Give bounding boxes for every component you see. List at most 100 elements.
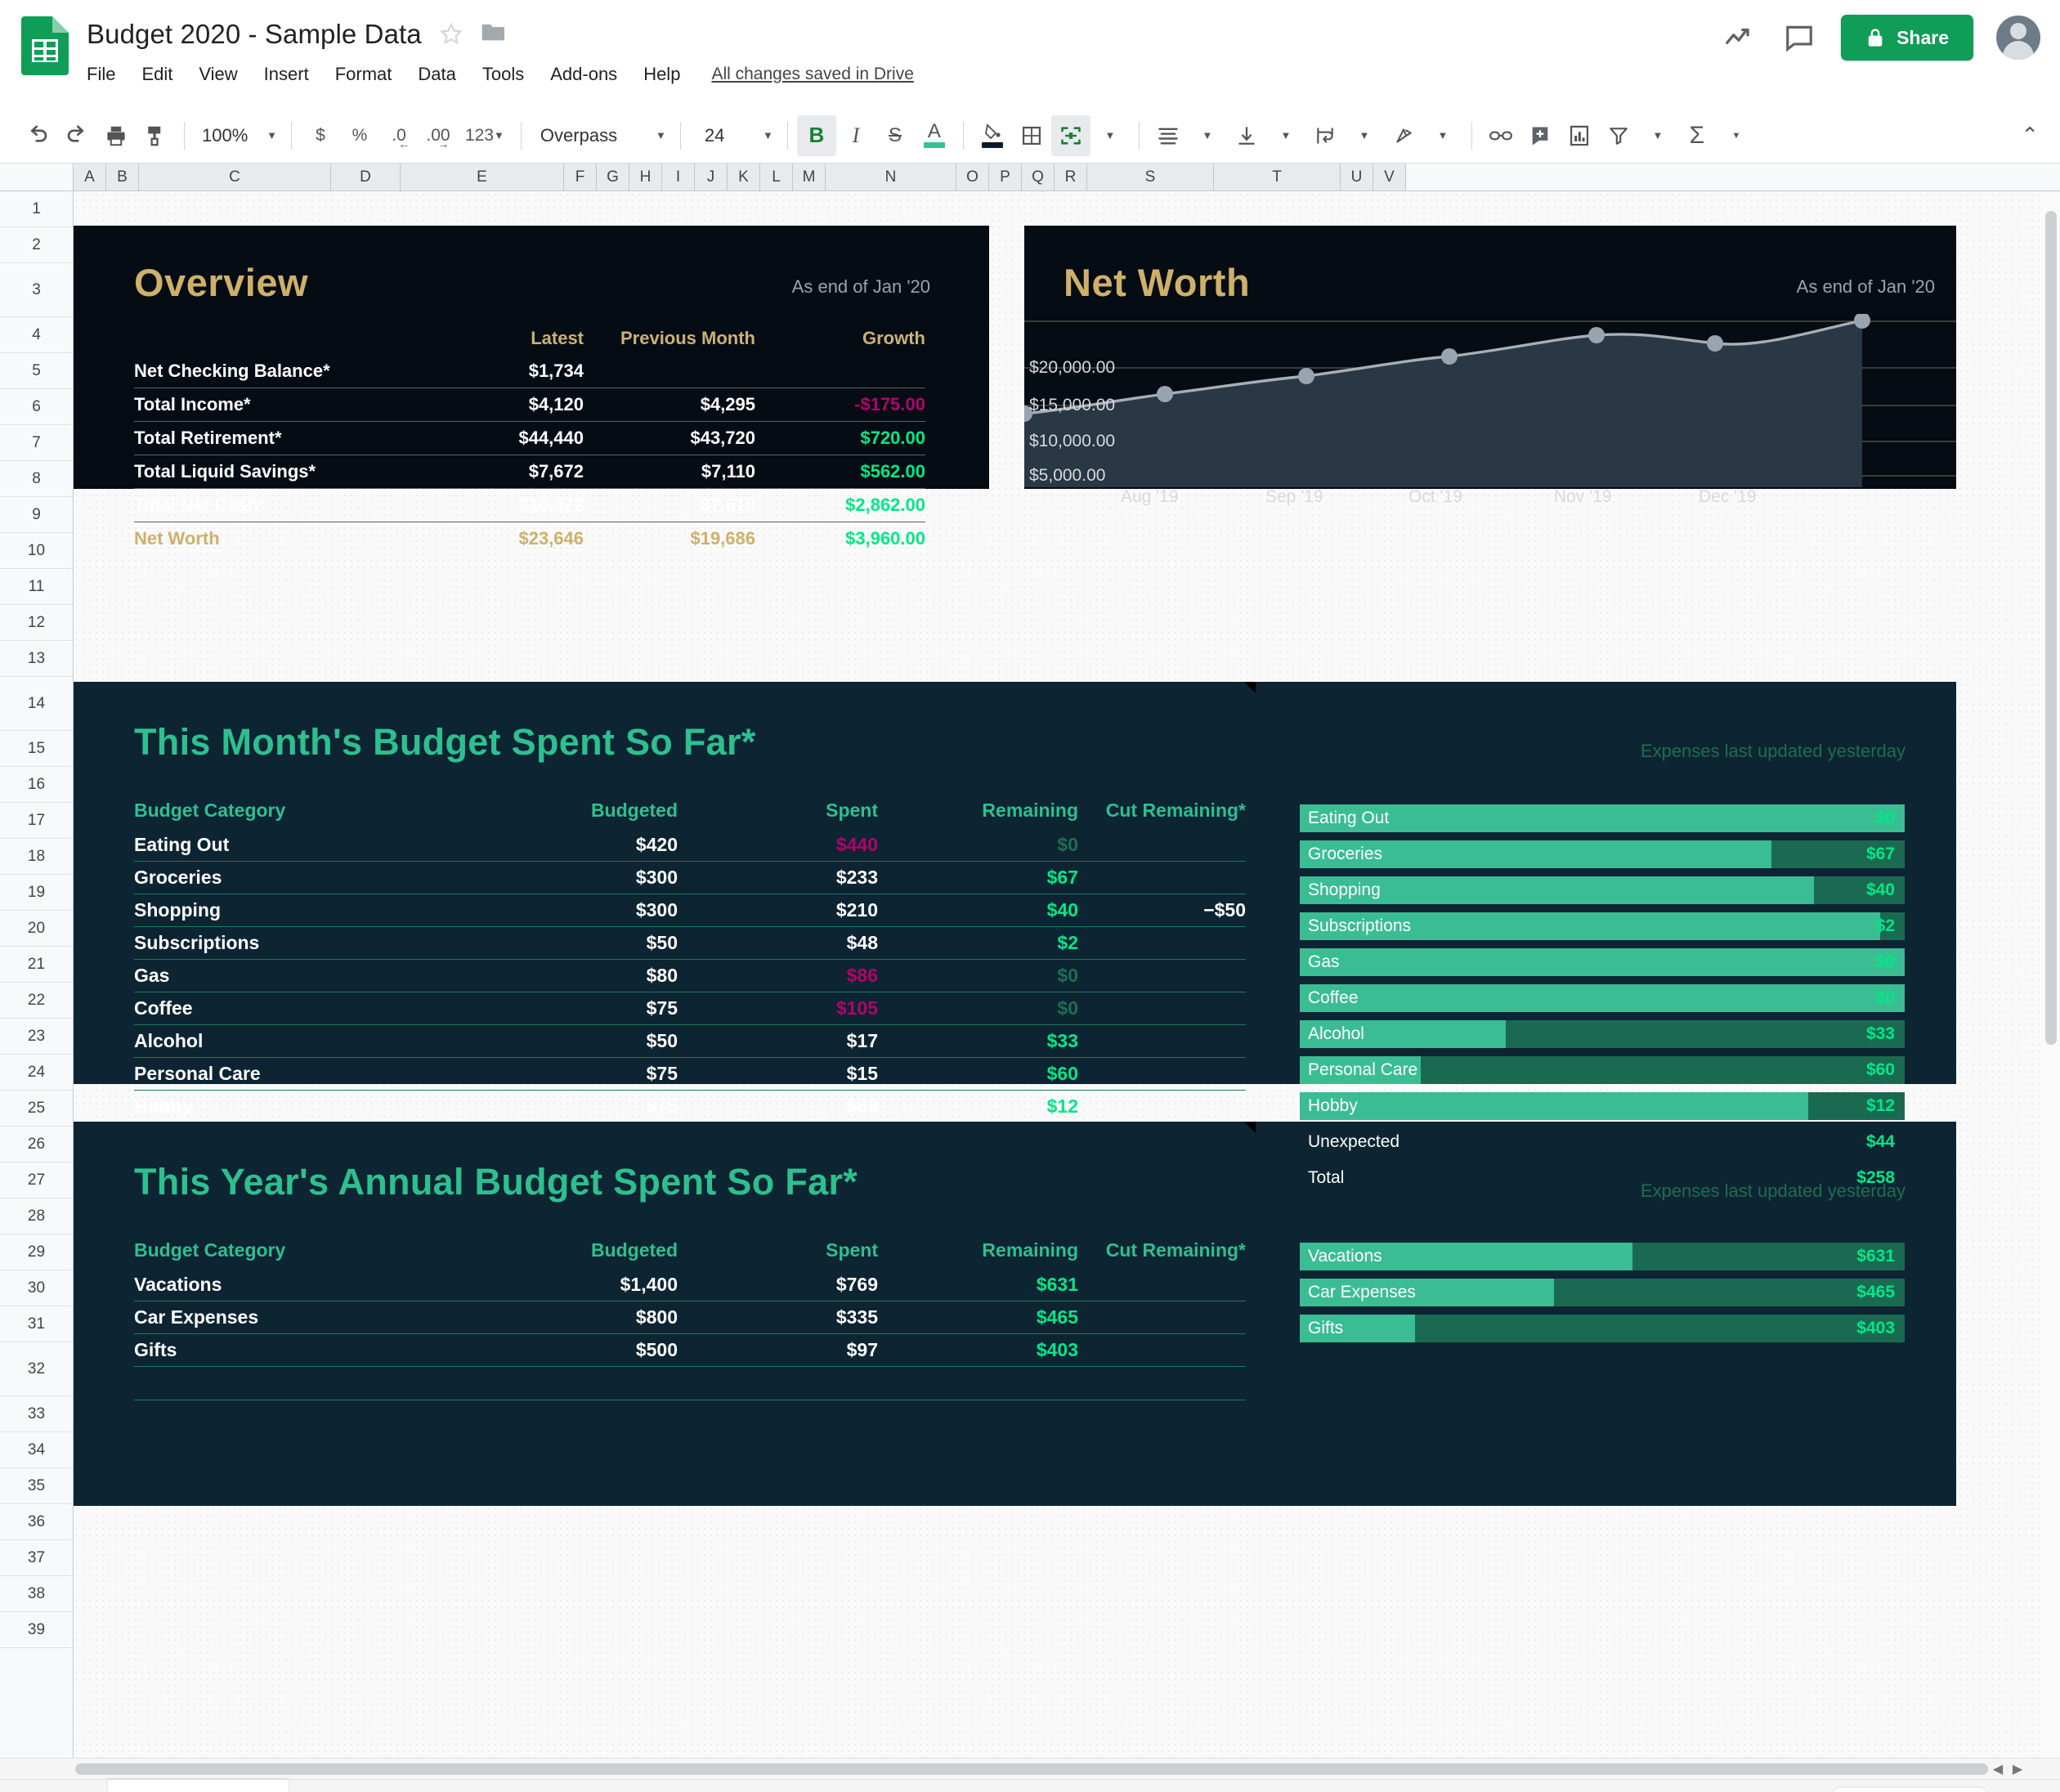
column-header-t[interactable]: T [1214, 164, 1341, 190]
row-header-31[interactable]: 31 [0, 1306, 73, 1342]
redo-icon[interactable] [57, 115, 96, 156]
text-color-button[interactable]: A [915, 115, 954, 156]
row-header-6[interactable]: 6 [0, 389, 73, 425]
filter-caret-icon[interactable]: ▼ [1638, 115, 1677, 156]
row-header-20[interactable]: 20 [0, 911, 73, 947]
scroll-right-icon[interactable]: ▶ [2008, 1761, 2027, 1777]
row-header-23[interactable]: 23 [0, 1019, 73, 1055]
sheet-tab-dashboard[interactable]: Dashboard ▼ [108, 1780, 289, 1792]
avatar[interactable] [1996, 16, 2040, 60]
insert-link-icon[interactable] [1481, 115, 1520, 156]
decrease-decimal-button[interactable]: .0 ← [379, 115, 419, 156]
row-header-18[interactable]: 18 [0, 839, 73, 875]
menu-view[interactable]: View [186, 59, 250, 90]
row-header-34[interactable]: 34 [0, 1432, 73, 1468]
row-header-38[interactable]: 38 [0, 1576, 73, 1612]
font-size-select[interactable]: 24 ▼ [690, 115, 778, 156]
rotation-caret-icon[interactable]: ▼ [1423, 115, 1462, 156]
column-header-s[interactable]: S [1087, 164, 1214, 190]
row-header-33[interactable]: 33 [0, 1396, 73, 1432]
percent-format-button[interactable]: % [340, 115, 379, 156]
print-icon[interactable] [96, 115, 136, 156]
column-header-j[interactable]: J [695, 164, 728, 190]
functions-icon[interactable]: Σ [1677, 115, 1717, 156]
row-header-16[interactable]: 16 [0, 767, 73, 803]
column-header-a[interactable]: A [74, 164, 106, 190]
currency-format-button[interactable]: $ [301, 115, 340, 156]
bold-button[interactable]: B [796, 114, 836, 156]
sheet-tab-config[interactable]: Config ▼ [661, 1780, 794, 1792]
text-wrap-button[interactable] [1305, 115, 1345, 156]
horizontal-align-button[interactable] [1149, 115, 1188, 156]
column-header-o[interactable]: O [956, 164, 989, 190]
vertical-scrollbar[interactable] [2042, 191, 2060, 1758]
select-all-corner[interactable] [0, 164, 74, 190]
column-header-l[interactable]: L [760, 164, 793, 190]
row-header-14[interactable]: 14 [0, 677, 73, 731]
insert-chart-icon[interactable] [1560, 115, 1599, 156]
increase-decimal-button[interactable]: .00 → [419, 115, 458, 156]
column-header-p[interactable]: P [989, 164, 1022, 190]
menu-data[interactable]: Data [405, 59, 468, 90]
row-header-3[interactable]: 3 [0, 263, 73, 317]
row-header-24[interactable]: 24 [0, 1055, 73, 1091]
sheet-canvas[interactable]: Overview As end of Jan '20 Latest Previo… [74, 191, 2060, 1758]
row-header-11[interactable]: 11 [0, 569, 73, 605]
number-format-select[interactable]: 123 ▼ [458, 115, 512, 156]
comment-icon[interactable] [1780, 19, 1818, 56]
column-header-f[interactable]: F [564, 164, 597, 190]
strikethrough-button[interactable]: S [876, 115, 915, 156]
column-header-v[interactable]: V [1373, 164, 1406, 190]
menu-addons[interactable]: Add-ons [537, 59, 630, 90]
text-rotation-button[interactable] [1384, 115, 1423, 156]
row-header-4[interactable]: 4 [0, 317, 73, 353]
horizontal-scrollbar[interactable]: ◀ ▶ [0, 1758, 2060, 1779]
borders-button[interactable] [1012, 115, 1051, 156]
row-header-37[interactable]: 37 [0, 1540, 73, 1576]
column-header-k[interactable]: K [728, 164, 760, 190]
fill-color-button[interactable] [973, 115, 1012, 156]
column-header-u[interactable]: U [1341, 164, 1373, 190]
functions-caret-icon[interactable]: ▼ [1717, 115, 1756, 156]
paint-format-icon[interactable] [136, 115, 175, 156]
star-icon[interactable] [438, 21, 464, 47]
insert-comment-icon[interactable] [1520, 115, 1560, 156]
wrap-caret-icon[interactable]: ▼ [1345, 115, 1384, 156]
row-header-32[interactable]: 32 [0, 1342, 73, 1396]
menu-tools[interactable]: Tools [469, 59, 537, 90]
activity-trend-icon[interactable] [1720, 19, 1758, 56]
row-header-26[interactable]: 26 [0, 1127, 73, 1163]
row-header-36[interactable]: 36 [0, 1504, 73, 1540]
halign-caret-icon[interactable]: ▼ [1188, 115, 1227, 156]
filter-icon[interactable] [1599, 115, 1638, 156]
column-header-g[interactable]: G [597, 164, 629, 190]
row-header-12[interactable]: 12 [0, 605, 73, 641]
zoom-select[interactable]: 100% ▼ [194, 115, 282, 156]
row-header-15[interactable]: 15 [0, 731, 73, 767]
menu-edit[interactable]: Edit [128, 59, 186, 90]
row-header-17[interactable]: 17 [0, 803, 73, 839]
menu-help[interactable]: Help [630, 59, 693, 90]
sheet-tab-balance-sheet[interactable]: Balance Sheet ▼ [453, 1780, 660, 1792]
undo-icon[interactable] [18, 115, 57, 156]
row-header-13[interactable]: 13 [0, 641, 73, 677]
column-header-q[interactable]: Q [1022, 164, 1055, 190]
document-title[interactable]: Budget 2020 - Sample Data [87, 19, 422, 50]
row-header-25[interactable]: 25 [0, 1091, 73, 1127]
column-header-i[interactable]: I [662, 164, 695, 190]
vertical-align-button[interactable] [1227, 115, 1266, 156]
valign-caret-icon[interactable]: ▼ [1266, 115, 1305, 156]
row-header-19[interactable]: 19 [0, 875, 73, 911]
column-header-h[interactable]: H [629, 164, 662, 190]
row-header-22[interactable]: 22 [0, 983, 73, 1019]
row-header-9[interactable]: 9 [0, 497, 73, 533]
row-header-10[interactable]: 10 [0, 533, 73, 569]
column-header-b[interactable]: B [106, 164, 139, 190]
sheet-tab-expenses[interactable]: Expenses ▼ [289, 1780, 453, 1792]
row-header-29[interactable]: 29 [0, 1234, 73, 1270]
italic-button[interactable]: I [836, 115, 876, 156]
row-header-5[interactable]: 5 [0, 353, 73, 389]
share-button[interactable]: Share [1841, 15, 1973, 60]
font-family-select[interactable]: Overpass ▼ [531, 115, 671, 156]
folder-icon[interactable] [481, 21, 507, 47]
